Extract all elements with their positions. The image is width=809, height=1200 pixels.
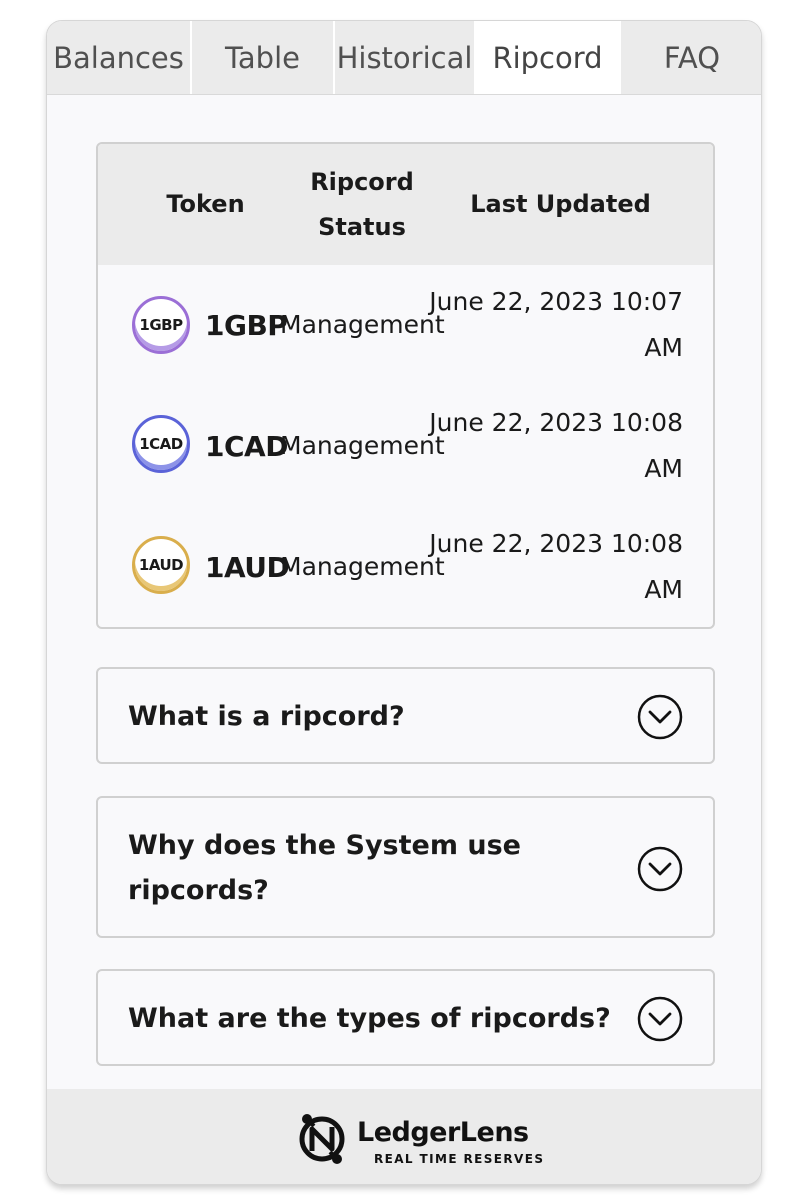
last-updated-line1: June 22, 2023 10:08 <box>429 529 683 558</box>
gbp-token-icon: 1GBP <box>132 296 190 354</box>
token-name: 1AUD <box>205 551 290 584</box>
column-header-last-updated: Last Updated <box>470 190 651 218</box>
aud-token-icon: 1AUD <box>132 536 190 594</box>
chevron-down-icon[interactable] <box>637 694 683 740</box>
table-row: 1CAD 1CAD Management June 22, 2023 10:08… <box>98 386 713 507</box>
tab-historical[interactable]: Historical <box>335 21 476 94</box>
faq-question-line1: Why does the System use <box>128 830 521 861</box>
cad-token-icon: 1CAD <box>132 415 190 473</box>
faq-item-what-is-ripcord[interactable]: What is a ripcord? <box>96 667 715 764</box>
table-header: Token Ripcord Status Last Updated <box>98 144 713 265</box>
faq-question: What are the types of ripcords? <box>128 1003 611 1034</box>
last-updated-line2: AM <box>644 454 683 483</box>
brand-name: LedgerLens <box>357 1117 529 1148</box>
faq-question-line2: ripcords? <box>128 875 269 906</box>
token-name: 1GBP <box>205 309 288 342</box>
last-updated-line1: June 22, 2023 10:08 <box>429 408 683 437</box>
ledgerlens-logo-icon <box>299 1114 345 1164</box>
ripcord-status: Management <box>280 431 445 460</box>
ripcord-status-table: Token Ripcord Status Last Updated 1GBP 1… <box>96 142 715 629</box>
last-updated-line2: AM <box>644 575 683 604</box>
table-row: 1GBP 1GBP Management June 22, 2023 10:07… <box>98 265 713 386</box>
tab-ripcord[interactable]: Ripcord <box>476 21 621 94</box>
tab-bar: Balances Table Historical Ripcord FAQ <box>47 21 761 95</box>
table-row: 1AUD 1AUD Management June 22, 2023 10:08… <box>98 507 713 627</box>
last-updated-line1: June 22, 2023 10:07 <box>429 287 683 316</box>
tab-table[interactable]: Table <box>192 21 335 94</box>
faq-question: What is a ripcord? <box>128 701 405 732</box>
column-header-token: Token <box>166 190 245 218</box>
ripcord-status: Management <box>280 310 445 339</box>
column-header-status-line2: Status <box>318 213 406 241</box>
last-updated-line2: AM <box>644 333 683 362</box>
tab-balances[interactable]: Balances <box>47 21 192 94</box>
tab-faq[interactable]: FAQ <box>621 21 761 94</box>
ripcord-status: Management <box>280 552 445 581</box>
brand-tagline: REAL TIME RESERVES <box>374 1152 545 1166</box>
chevron-down-icon[interactable] <box>637 846 683 892</box>
faq-item-types-of-ripcords[interactable]: What are the types of ripcords? <box>96 969 715 1066</box>
column-header-status-line1: Ripcord <box>310 168 414 196</box>
token-name: 1CAD <box>205 430 288 463</box>
footer: LedgerLens REAL TIME RESERVES <box>47 1089 761 1184</box>
faq-item-why-ripcords[interactable]: Why does the System use ripcords? <box>96 796 715 938</box>
chevron-down-icon[interactable] <box>637 996 683 1042</box>
ripcord-panel: Balances Table Historical Ripcord FAQ To… <box>46 20 762 1185</box>
